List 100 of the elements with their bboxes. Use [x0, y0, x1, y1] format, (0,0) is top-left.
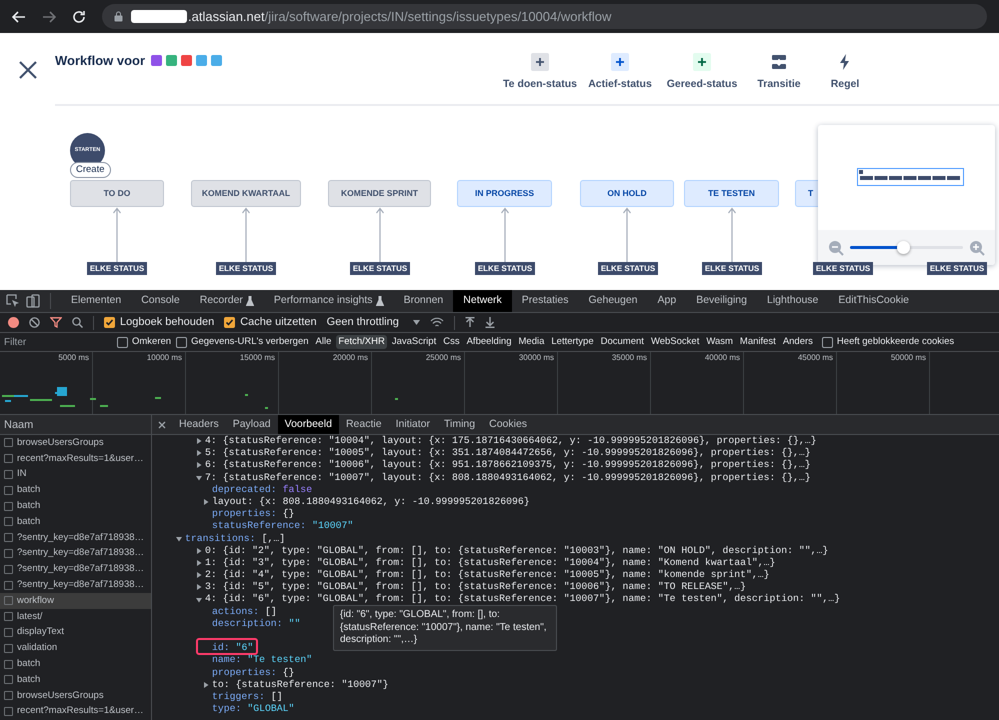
checkbox[interactable] [4, 502, 13, 511]
devtools-tab[interactable]: Console [131, 290, 190, 312]
request-row[interactable]: batch [0, 498, 151, 514]
checkbox[interactable] [4, 596, 13, 606]
devtools-tab[interactable]: Prestaties [512, 290, 578, 312]
type-filter[interactable]: Fetch/XHR [336, 334, 387, 350]
toolbar-button[interactable]: Gereed-status [660, 53, 744, 93]
expand-arrow-icon[interactable] [203, 499, 209, 506]
address-bar[interactable]: .atlassian.net/jira/software/projects/IN/settings/issuetypes/10004/workflow [102, 4, 987, 29]
devtools-tab[interactable]: EditThisCookie [828, 290, 920, 312]
type-filter[interactable]: Lettertype [549, 334, 596, 350]
checkbox[interactable] [4, 612, 13, 622]
checkbox[interactable] [822, 336, 833, 348]
request-row[interactable]: displayText [0, 624, 151, 640]
toolbar-button[interactable]: Actief-status [580, 53, 660, 93]
close-icon[interactable] [18, 60, 38, 80]
detail-tab[interactable]: Timing [437, 415, 482, 434]
toolbar-button[interactable]: Te doen-status [500, 53, 580, 93]
devtools-tab[interactable]: Recorder [190, 290, 264, 312]
checkbox[interactable] [4, 548, 13, 558]
checkbox[interactable] [4, 454, 13, 464]
expand-arrow-icon[interactable] [196, 584, 202, 590]
request-row[interactable]: ?sentry_key=d8e7af718938… [0, 577, 151, 593]
request-row[interactable]: validation [0, 640, 151, 656]
checkbox[interactable] [4, 438, 13, 448]
expand-arrow-icon[interactable] [196, 548, 202, 554]
request-row[interactable]: recent?maxResults=1&user… [0, 704, 151, 720]
request-row[interactable]: workflow [0, 592, 151, 609]
expand-arrow-icon[interactable] [196, 572, 202, 578]
type-filter[interactable]: Wasm [704, 334, 735, 350]
devtools-tab[interactable]: Lighthouse [757, 290, 828, 312]
request-row[interactable]: ?sentry_key=d8e7af718938… [0, 546, 151, 562]
type-filter[interactable]: Afbeelding [464, 334, 514, 350]
request-row[interactable]: batch [0, 656, 151, 672]
checkbox[interactable] [4, 675, 13, 684]
type-filter[interactable]: Document [598, 334, 646, 350]
expand-arrow-icon[interactable] [196, 438, 202, 444]
checkbox[interactable] [104, 317, 115, 328]
detail-tab[interactable]: Initiator [388, 415, 437, 434]
filter-icon[interactable] [50, 317, 62, 328]
checkbox[interactable] [224, 317, 236, 328]
devtools-tab[interactable]: Bronnen [394, 290, 454, 312]
reload-icon[interactable] [72, 10, 86, 24]
download-icon[interactable] [484, 317, 495, 328]
devtools-tab[interactable]: Geheugen [578, 290, 648, 312]
checkbox[interactable] [4, 644, 13, 653]
detail-tab[interactable]: Cookies [482, 415, 534, 434]
record-icon[interactable] [8, 317, 19, 328]
detail-tab[interactable]: Headers [172, 415, 226, 434]
type-filter[interactable]: WebSocket [648, 334, 702, 350]
collapse-arrow-icon[interactable] [196, 474, 202, 481]
expand-arrow-icon[interactable] [196, 560, 202, 566]
type-filter[interactable]: Manifest [738, 334, 778, 350]
request-row[interactable]: batch [0, 482, 151, 498]
checkbox[interactable] [4, 533, 13, 542]
checkbox[interactable] [4, 470, 13, 479]
collapse-arrow-icon[interactable] [176, 536, 182, 542]
search-icon[interactable] [72, 317, 83, 328]
expand-arrow-icon[interactable] [203, 682, 209, 688]
close-icon[interactable] [158, 420, 166, 428]
request-row[interactable]: ?sentry_key=d8e7af718938… [0, 561, 151, 578]
devtools-tab[interactable]: Beveiliging [686, 290, 757, 312]
checkbox[interactable] [4, 486, 13, 495]
checkbox[interactable] [4, 691, 13, 700]
expand-arrow-icon[interactable] [196, 450, 202, 456]
checkbox[interactable] [4, 660, 13, 669]
request-row[interactable]: recent?maxResults=1&user… [0, 450, 151, 467]
checkbox[interactable] [4, 517, 13, 526]
checkbox[interactable] [4, 628, 13, 637]
inspect-icon[interactable] [6, 294, 20, 308]
type-filter[interactable]: Anders [780, 334, 815, 350]
checkbox[interactable] [4, 580, 13, 590]
request-row[interactable]: browseUsersGroups [0, 435, 151, 451]
collapse-arrow-icon[interactable] [196, 596, 202, 603]
slider-thumb[interactable] [897, 241, 910, 254]
devtools-tab[interactable]: App [648, 290, 686, 312]
request-row[interactable]: batch [0, 672, 151, 688]
clear-icon[interactable] [29, 317, 40, 328]
checkbox[interactable] [4, 564, 13, 574]
detail-tab[interactable]: Reactie [338, 415, 389, 434]
back-icon[interactable] [12, 10, 26, 24]
devtools-tab[interactable]: Netwerk [453, 290, 512, 312]
type-filter[interactable]: Alle [314, 334, 334, 350]
request-row[interactable]: IN [0, 466, 151, 482]
request-row[interactable]: latest/ [0, 608, 151, 625]
toolbar-button[interactable]: Regel [814, 53, 876, 93]
throttling-dropdown[interactable]: Geen throttling [326, 314, 420, 331]
wifi-icon[interactable] [430, 317, 444, 328]
checkbox[interactable] [176, 336, 188, 348]
expand-arrow-icon[interactable] [196, 462, 202, 468]
upload-icon[interactable] [464, 317, 475, 328]
devtools-tab[interactable]: Performance insights [264, 290, 394, 312]
request-row[interactable]: browseUsersGroups [0, 688, 151, 704]
forward-icon[interactable] [42, 10, 56, 24]
request-row[interactable]: ?sentry_key=d8e7af718938… [0, 530, 151, 546]
device-icon[interactable] [26, 294, 40, 308]
toolbar-button[interactable]: Transitie [744, 53, 814, 93]
detail-tab[interactable]: Payload [226, 415, 278, 434]
checkbox[interactable] [117, 336, 128, 348]
type-filter[interactable]: JavaScript [390, 334, 438, 350]
